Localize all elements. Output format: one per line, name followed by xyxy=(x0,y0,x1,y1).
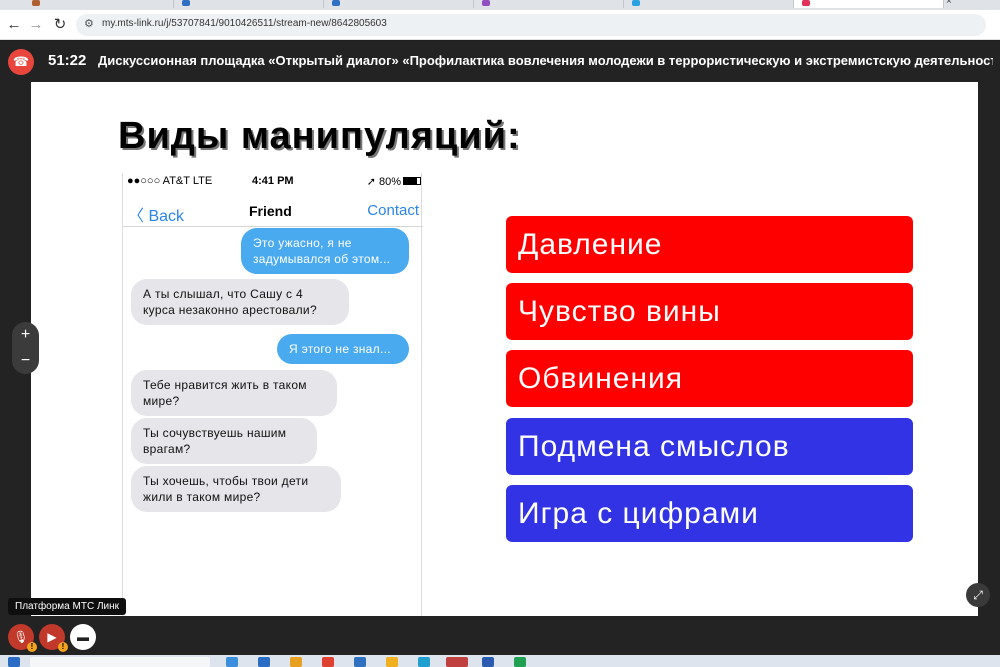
tab-favicon-icon xyxy=(802,0,810,6)
tab-favicon-icon xyxy=(482,0,490,6)
microphone-off-icon: 🎙 xyxy=(13,630,29,644)
warning-icon: ! xyxy=(58,642,68,652)
phone-contact-name: Friend xyxy=(249,203,292,219)
taskbar-app-icon[interactable] xyxy=(482,657,494,667)
screen-share-icon: ▬ xyxy=(77,630,89,644)
camera-off-icon: ▶ xyxy=(47,630,57,644)
presentation-slide: Виды манипуляций: ●●○○○ AT&T LTE 4:41 PM… xyxy=(31,82,978,616)
tab-favicon-icon xyxy=(332,0,340,6)
slide-title: Виды манипуляций: xyxy=(118,115,521,157)
os-taskbar xyxy=(0,655,1000,667)
message-bubble-outgoing: Это ужасно, я не задумывался об этом... xyxy=(241,228,409,274)
meeting-area: ☎ 51:22 Дискуссионная площадка «Открытый… xyxy=(0,41,1000,667)
battery-text: ➚ 80% xyxy=(366,176,401,188)
taskbar-app-icon[interactable] xyxy=(290,657,302,667)
tab-favicon-icon xyxy=(182,0,190,6)
tab-favicon-icon xyxy=(32,0,40,6)
taskbar-app-icon[interactable] xyxy=(418,657,430,667)
tab-favicon-icon xyxy=(632,0,640,6)
taskbar-app-icon[interactable] xyxy=(386,657,398,667)
browser-tab[interactable] xyxy=(24,0,174,8)
message-bubble-incoming: Ты хочешь, чтобы твои дети жили в таком … xyxy=(131,466,341,512)
message-bubble-outgoing: Я этого не знал... xyxy=(277,334,409,364)
back-arrow-icon[interactable]: ← xyxy=(4,15,24,35)
phone-status-bar: ●●○○○ AT&T LTE 4:41 PM ➚ 80% xyxy=(123,173,423,189)
browser-tab[interactable] xyxy=(174,0,324,8)
manipulation-label: Игра с цифрами xyxy=(506,485,913,542)
phone-contact-link: Contact xyxy=(367,202,419,219)
meeting-timer: 51:22 xyxy=(48,52,87,69)
browser-tab[interactable] xyxy=(324,0,474,8)
message-bubble-incoming: А ты слышал, что Сашу с 4 курса незаконн… xyxy=(131,279,349,325)
manipulation-label: Подмена смыслов xyxy=(506,418,913,475)
screen-share-button[interactable]: ▬ xyxy=(70,624,96,650)
site-settings-icon[interactable]: ⚙ xyxy=(84,17,94,30)
taskbar-app-icon[interactable] xyxy=(514,657,526,667)
tab-close-icon[interactable]: × xyxy=(946,0,960,8)
taskbar-app-icon[interactable] xyxy=(226,657,238,667)
zoom-control: + − xyxy=(12,322,39,374)
phone-screenshot: ●●○○○ AT&T LTE 4:41 PM ➚ 80% 〈 Back Frie… xyxy=(122,173,423,616)
manipulation-label: Обвинения xyxy=(506,350,913,407)
taskbar-app-icon[interactable] xyxy=(258,657,270,667)
browser-tab-active[interactable] xyxy=(794,0,944,8)
phone-time: 4:41 PM xyxy=(252,175,294,187)
zoom-out-icon[interactable]: − xyxy=(12,348,39,374)
camera-off-button[interactable]: ▶ ! xyxy=(39,624,68,652)
manipulation-label: Давление xyxy=(506,216,913,273)
meeting-title: Дискуссионная площадка «Открытый диалог»… xyxy=(98,53,993,68)
windows-start-icon[interactable] xyxy=(8,657,20,667)
phone-back-link: 〈 Back xyxy=(128,208,185,225)
manipulation-label: Чувство вины xyxy=(506,283,913,340)
forward-arrow-icon[interactable]: → xyxy=(26,15,46,35)
battery-icon xyxy=(403,177,421,185)
reload-icon[interactable]: ↻ xyxy=(50,15,70,35)
hangup-icon[interactable]: ☎ xyxy=(8,49,34,75)
warning-icon: ! xyxy=(27,642,37,652)
message-bubble-incoming: Тебе нравится жить в таком мире? xyxy=(131,370,337,416)
carrier-text: ●●○○○ AT&T LTE xyxy=(127,175,213,187)
zoom-in-icon[interactable]: + xyxy=(12,322,39,348)
platform-tooltip: Платформа МТС Линк xyxy=(8,598,126,615)
taskbar-search-box[interactable] xyxy=(30,657,210,667)
fullscreen-icon[interactable]: ⤢ xyxy=(966,583,990,607)
browser-tab[interactable] xyxy=(474,0,624,8)
microphone-off-button[interactable]: 🎙 ! xyxy=(8,624,37,652)
taskbar-app-icon[interactable] xyxy=(354,657,366,667)
browser-toolbar: ← → ↻ ⚙ my.mts-link.ru/j/53707841/901042… xyxy=(0,10,1000,40)
browser-tab[interactable] xyxy=(624,0,794,8)
taskbar-app-icon-active[interactable] xyxy=(446,657,468,667)
url-text[interactable]: my.mts-link.ru/j/53707841/9010426511/str… xyxy=(102,18,387,29)
address-bar[interactable]: ⚙ my.mts-link.ru/j/53707841/9010426511/s… xyxy=(76,14,986,36)
browser-tab-strip: × xyxy=(0,0,1000,10)
taskbar-app-icon[interactable] xyxy=(322,657,334,667)
message-bubble-incoming: Ты сочувствуешь нашим врагам? xyxy=(131,418,317,464)
phone-nav-bar: 〈 Back Friend Contact xyxy=(123,195,423,227)
